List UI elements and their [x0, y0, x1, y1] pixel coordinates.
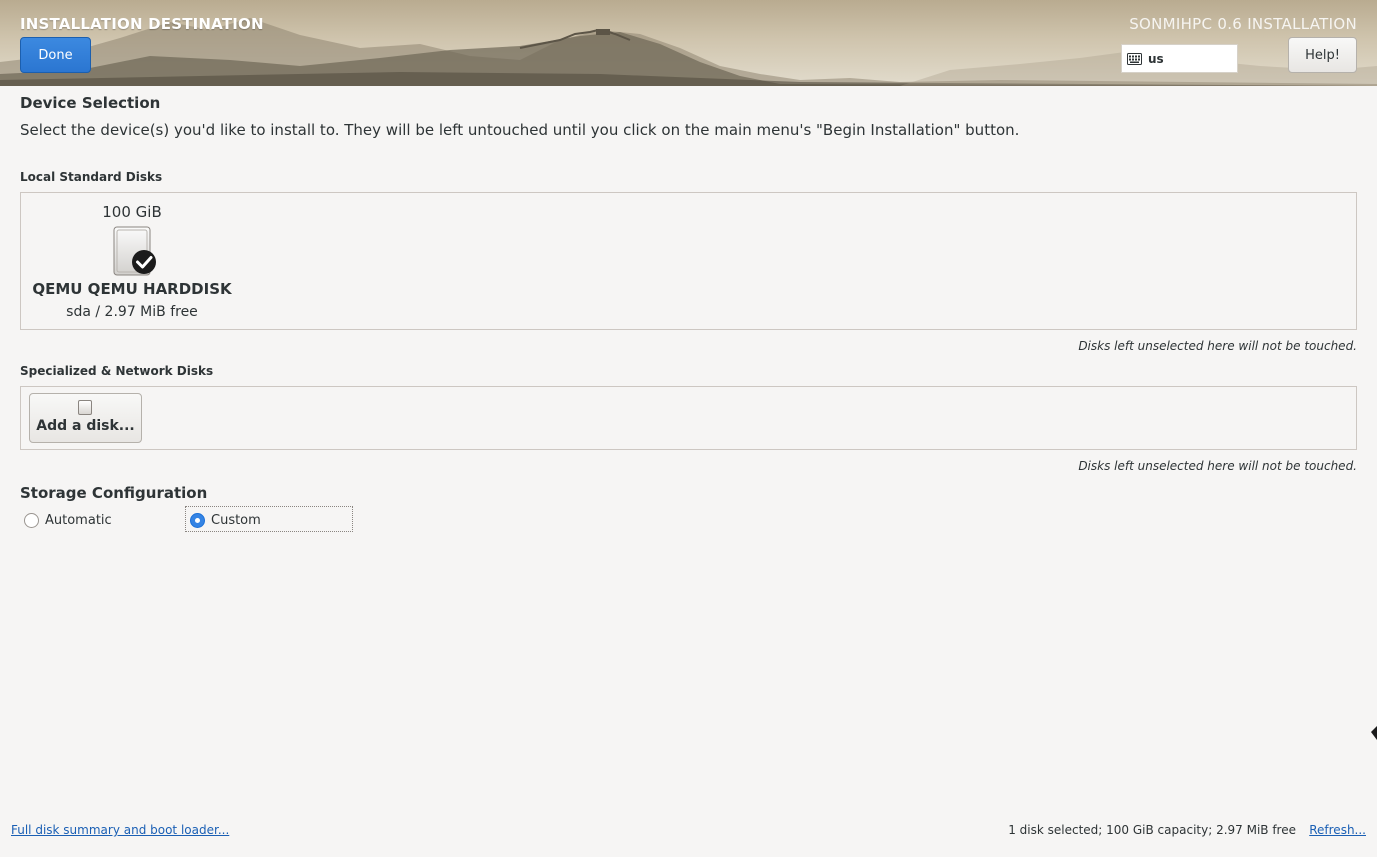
disk-selection-summary: 1 disk selected; 100 GiB capacity; 2.97 … — [1008, 823, 1296, 837]
keyboard-icon — [1127, 52, 1142, 65]
disk-icon — [78, 400, 92, 415]
automatic-radio[interactable]: Automatic — [24, 509, 112, 531]
disk-card-sda[interactable]: 100 GiB QEMU QEMU HARDDISK sda / 2.97 Mi… — [22, 194, 242, 324]
harddisk-selected-icon — [113, 226, 159, 276]
mouse-pointer-icon — [1371, 726, 1377, 740]
network-disks-label: Specialized & Network Disks — [20, 364, 214, 378]
network-disks-panel: Add a disk... — [20, 386, 1357, 450]
product-title: SONMIHPC 0.6 INSTALLATION — [1129, 15, 1357, 33]
header-banner: INSTALLATION DESTINATION SONMIHPC 0.6 IN… — [0, 0, 1377, 86]
device-selection-heading: Device Selection — [20, 94, 161, 112]
local-disks-hint: Disks left unselected here will not be t… — [1078, 339, 1357, 353]
disk-size: 100 GiB — [102, 203, 162, 221]
storage-configuration-heading: Storage Configuration — [20, 484, 208, 502]
done-button[interactable]: Done — [20, 37, 91, 73]
local-disks-label: Local Standard Disks — [20, 170, 163, 184]
radio-checked-icon — [190, 512, 205, 528]
device-selection-intro: Select the device(s) you'd like to insta… — [20, 121, 1020, 139]
disk-detail: sda / 2.97 MiB free — [66, 304, 198, 320]
radio-unchecked-icon — [24, 512, 39, 528]
add-disk-label: Add a disk... — [36, 418, 135, 434]
page-title: INSTALLATION DESTINATION — [20, 15, 264, 33]
network-disks-hint: Disks left unselected here will not be t… — [1078, 459, 1357, 473]
local-disks-panel: 100 GiB QEMU QEMU HARDDISK sda / 2.97 Mi… — [20, 192, 1357, 330]
automatic-label: Automatic — [45, 512, 112, 528]
full-disk-summary-link[interactable]: Full disk summary and boot loader... — [11, 823, 229, 837]
refresh-link[interactable]: Refresh... — [1309, 823, 1366, 837]
custom-radio[interactable]: Custom — [190, 509, 261, 531]
help-button[interactable]: Help! — [1288, 37, 1357, 73]
disk-name: QEMU QEMU HARDDISK — [32, 280, 232, 298]
mountain-landscape-image — [0, 18, 1377, 86]
custom-label: Custom — [211, 512, 261, 528]
add-disk-button[interactable]: Add a disk... — [29, 393, 142, 443]
keyboard-layout-indicator[interactable]: us — [1121, 44, 1238, 73]
keyboard-layout-label: us — [1148, 51, 1164, 66]
